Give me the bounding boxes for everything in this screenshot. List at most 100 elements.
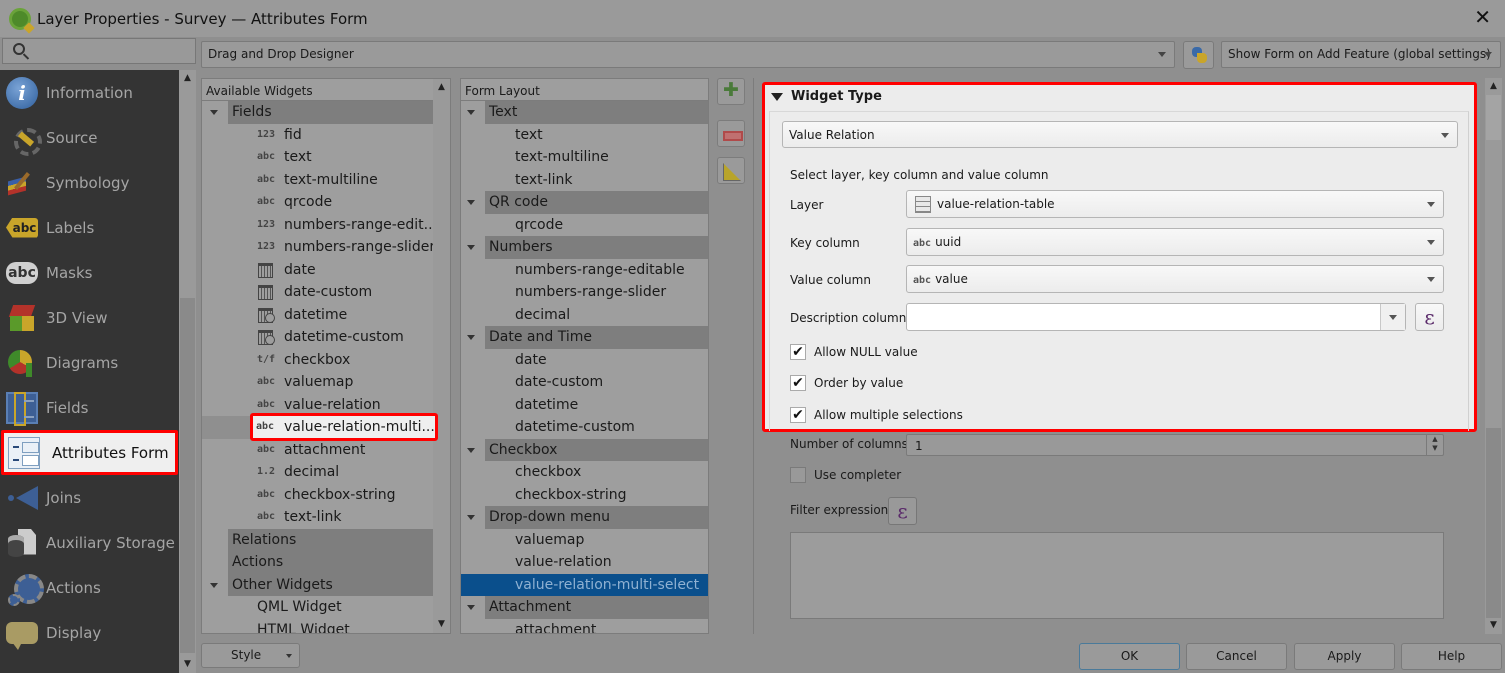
- tree-group-fields[interactable]: Fields: [210, 101, 433, 124]
- highlighted-field-value-relation-multi[interactable]: abc value-relation-multi...: [250, 413, 438, 441]
- layout-group[interactable]: Date and Time: [467, 326, 708, 349]
- filter-expression-textarea[interactable]: [790, 532, 1444, 619]
- style-menu-button[interactable]: Style: [201, 643, 300, 668]
- scroll-up-icon[interactable]: ▲: [179, 70, 196, 87]
- description-dropdown-button[interactable]: [1380, 304, 1405, 330]
- layout-item[interactable]: checkbox: [461, 461, 708, 484]
- apply-button[interactable]: Apply: [1294, 643, 1395, 670]
- sidebar-item-attributes-form[interactable]: Attributes Form: [1, 430, 178, 475]
- field-item[interactable]: 1.2 decimal: [202, 461, 450, 484]
- scroll-down-icon[interactable]: ▼: [1485, 617, 1502, 634]
- layer-dropdown[interactable]: value-relation-table: [906, 190, 1444, 218]
- allow-null-checkbox[interactable]: ✔ Allow NULL value: [790, 344, 918, 360]
- description-column-input[interactable]: [906, 303, 1406, 331]
- widget-item[interactable]: QML Widget: [202, 596, 450, 619]
- field-item[interactable]: abc text-link: [202, 506, 450, 529]
- layout-group[interactable]: QR code: [467, 191, 708, 214]
- layout-item[interactable]: date: [461, 349, 708, 372]
- sidebar-search-input[interactable]: [2, 38, 196, 64]
- scrollbar-thumb[interactable]: [180, 298, 195, 653]
- scroll-up-icon[interactable]: ▲: [1485, 78, 1502, 95]
- spin-arrows-icon[interactable]: ▲ ▼: [1426, 435, 1443, 455]
- layout-group[interactable]: Attachment: [467, 596, 708, 619]
- scrollbar-thumb[interactable]: [434, 96, 449, 601]
- field-item[interactable]: abc text: [202, 146, 450, 169]
- remove-item-button[interactable]: [717, 120, 745, 147]
- filter-expression-button[interactable]: ε: [888, 497, 917, 525]
- field-item[interactable]: abc qrcode: [202, 191, 450, 214]
- sidebar-item-labels[interactable]: abc Labels: [0, 205, 179, 250]
- layout-item[interactable]: attachment: [461, 619, 708, 634]
- sidebar-item-information[interactable]: i Information: [0, 70, 179, 115]
- field-item[interactable]: abc valuemap: [202, 371, 450, 394]
- tree-group-other-widgets[interactable]: Other Widgets: [210, 573, 433, 596]
- allow-multiple-selections-checkbox[interactable]: ✔ Allow multiple selections: [790, 407, 963, 423]
- expand-arrow-icon[interactable]: [467, 605, 475, 610]
- scroll-down-icon[interactable]: ▼: [433, 616, 450, 633]
- layout-group[interactable]: Numbers: [467, 236, 708, 259]
- sidebar-item-display[interactable]: Display: [0, 610, 179, 655]
- layout-group[interactable]: Drop-down menu: [467, 506, 708, 529]
- number-of-columns-spinbox[interactable]: 1 ▲ ▼: [906, 434, 1444, 456]
- layout-item[interactable]: decimal: [461, 304, 708, 327]
- field-item[interactable]: date: [202, 259, 450, 282]
- field-item[interactable]: 123 numbers-range-edit...: [202, 214, 450, 237]
- add-group-button[interactable]: [717, 78, 745, 105]
- sidebar-item-joins[interactable]: Joins: [0, 475, 179, 520]
- layout-item[interactable]: datetime: [461, 394, 708, 417]
- sidebar-scrollbar[interactable]: ▲ ▼: [179, 70, 196, 673]
- layout-item[interactable]: text: [461, 124, 708, 147]
- order-by-value-checkbox[interactable]: ✔ Order by value: [790, 375, 903, 391]
- field-item[interactable]: 123 numbers-range-slider: [202, 236, 450, 259]
- description-expression-button[interactable]: ε: [1415, 303, 1444, 331]
- invert-selection-button[interactable]: [717, 157, 745, 184]
- sidebar-item-3d-view[interactable]: 3D View: [0, 295, 179, 340]
- tree-group[interactable]: Relations: [228, 528, 433, 551]
- expand-arrow-icon[interactable]: [210, 582, 218, 588]
- sidebar-item-source[interactable]: Source: [0, 115, 179, 160]
- layout-item[interactable]: numbers-range-slider: [461, 281, 708, 304]
- expand-arrow-icon[interactable]: [467, 200, 475, 205]
- field-item[interactable]: abc text-multiline: [202, 169, 450, 192]
- python-init-button[interactable]: [1183, 41, 1214, 69]
- layout-item[interactable]: qrcode: [461, 214, 708, 237]
- show-form-dropdown[interactable]: Show Form on Add Feature (global setting…: [1221, 41, 1501, 68]
- value-column-dropdown[interactable]: abc value: [906, 265, 1444, 293]
- key-column-dropdown[interactable]: abc uuid: [906, 228, 1444, 256]
- sidebar-item-fields[interactable]: Fields: [0, 385, 179, 430]
- widget-item[interactable]: HTML Widget: [202, 619, 450, 634]
- widget-type-header[interactable]: Widget Type: [771, 89, 882, 104]
- sidebar-item-actions[interactable]: Actions: [0, 565, 179, 610]
- layout-item[interactable]: numbers-range-editable: [461, 259, 708, 282]
- expand-arrow-icon[interactable]: [210, 110, 218, 115]
- scrollbar-thumb[interactable]: [1486, 95, 1501, 140]
- layout-item[interactable]: text-link: [461, 169, 708, 192]
- layout-item[interactable]: value-relation-multi-select: [461, 573, 708, 596]
- expand-arrow-icon[interactable]: [467, 335, 475, 340]
- field-item[interactable]: t/f checkbox: [202, 349, 450, 372]
- expand-arrow-icon[interactable]: [467, 110, 475, 115]
- layout-item[interactable]: value-relation: [461, 551, 708, 574]
- expand-arrow-icon[interactable]: [467, 245, 475, 250]
- sidebar-item-diagrams[interactable]: Diagrams: [0, 340, 179, 385]
- field-item[interactable]: datetime-custom: [202, 326, 450, 349]
- ok-button[interactable]: OK: [1079, 643, 1180, 670]
- cancel-button[interactable]: Cancel: [1186, 643, 1287, 670]
- expand-arrow-icon[interactable]: [467, 447, 475, 453]
- field-item[interactable]: date-custom: [202, 281, 450, 304]
- layout-group[interactable]: Checkbox: [467, 438, 708, 461]
- field-item[interactable]: 123 fid: [202, 124, 450, 147]
- field-item[interactable]: datetime: [202, 304, 450, 327]
- layout-group[interactable]: Text: [467, 101, 708, 124]
- field-item[interactable]: abc attachment: [202, 439, 450, 462]
- scroll-down-icon[interactable]: ▼: [179, 656, 196, 673]
- sidebar-item-auxiliary-storage[interactable]: Auxiliary Storage: [0, 520, 179, 565]
- layout-item[interactable]: checkbox-string: [461, 484, 708, 507]
- available-widgets-scrollbar[interactable]: ▲ ▼: [433, 79, 450, 633]
- sidebar-item-masks[interactable]: abc Masks: [0, 250, 179, 295]
- sidebar-item-symbology[interactable]: Symbology: [0, 160, 179, 205]
- widget-type-dropdown[interactable]: Value Relation: [782, 121, 1458, 148]
- field-item[interactable]: abc checkbox-string: [202, 484, 450, 507]
- tree-group[interactable]: Actions: [228, 551, 433, 574]
- layout-item[interactable]: date-custom: [461, 371, 708, 394]
